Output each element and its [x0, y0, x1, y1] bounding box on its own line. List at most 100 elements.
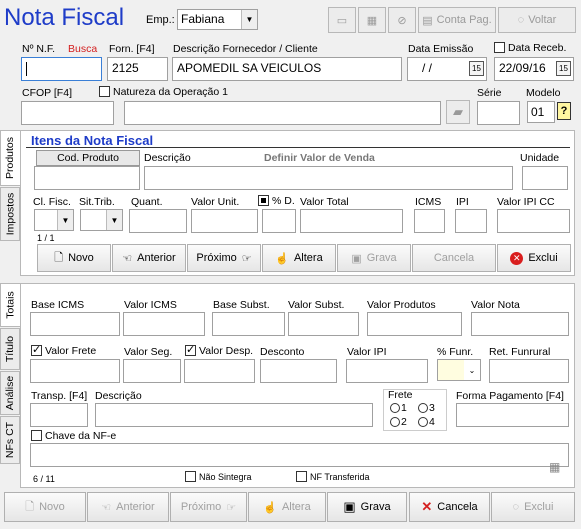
- ret-funrural-input[interactable]: [489, 359, 569, 383]
- valor-icms-input[interactable]: [123, 312, 205, 336]
- toolbar-chart-button[interactable]: ▦: [358, 7, 386, 33]
- data-receb-checkbox[interactable]: [494, 42, 505, 53]
- item-altera-button[interactable]: ☝ Altera: [262, 244, 336, 272]
- valor-seg-input[interactable]: [123, 359, 181, 383]
- item-proximo-button[interactable]: Próximo ☞: [187, 244, 261, 272]
- descricao-produto-input[interactable]: [144, 166, 513, 190]
- natureza-checkbox[interactable]: [99, 86, 110, 97]
- data-emissao-input[interactable]: / / 15: [407, 57, 487, 81]
- frete-radio-4[interactable]: [418, 417, 428, 427]
- chave-input[interactable]: [30, 443, 569, 467]
- emp-select[interactable]: Fabiana ▼: [177, 9, 258, 30]
- cfop-input[interactable]: [21, 101, 114, 125]
- cl-fisc-select[interactable]: ▼: [34, 209, 74, 231]
- hand-left-icon: ☜: [101, 501, 112, 514]
- folder-open-icon[interactable]: ▰: [446, 100, 470, 124]
- modelo-input[interactable]: 01: [527, 101, 555, 123]
- item-novo-button[interactable]: 🗋 Novo: [37, 244, 111, 272]
- emp-label: Emp.:: [146, 14, 175, 26]
- valor-frete-label: Valor Frete: [31, 343, 96, 357]
- base-subst-input[interactable]: [212, 312, 285, 336]
- valor-total-input[interactable]: [300, 209, 403, 233]
- valor-desp-checkbox[interactable]: [185, 343, 196, 356]
- forma-pagamento-input[interactable]: [456, 403, 569, 427]
- frete-option-2[interactable]: 2: [390, 416, 407, 428]
- grava-button[interactable]: ▣ Grava: [327, 492, 407, 522]
- ipi-input[interactable]: [455, 209, 487, 233]
- tab-nfs-ct-label: NFs CT: [4, 421, 17, 459]
- perc-d-checkbox[interactable]: [258, 195, 269, 206]
- item-exclui-button[interactable]: ✕ Exclui: [497, 244, 571, 272]
- nf-number-input[interactable]: [21, 57, 102, 81]
- busca-link[interactable]: Busca: [68, 43, 97, 55]
- altera-label: Altera: [281, 501, 311, 513]
- sit-trib-select[interactable]: ▼: [80, 209, 123, 231]
- calendar-icon[interactable]: 15: [469, 61, 484, 76]
- tab-titulo[interactable]: Título: [0, 328, 20, 370]
- transp-input[interactable]: [30, 403, 88, 427]
- tab-impostos[interactable]: Impostos: [0, 187, 20, 241]
- desc-fornecedor-input[interactable]: APOMEDIL SA VEICULOS: [172, 57, 402, 81]
- tab-analise[interactable]: Análise: [0, 371, 20, 415]
- tab-nfs-ct[interactable]: NFs CT: [0, 416, 20, 464]
- anterior-button[interactable]: ☜ Anterior: [87, 492, 169, 522]
- conta-pag-button[interactable]: ▤ Conta Pag.: [418, 7, 496, 33]
- cod-produto-input[interactable]: [34, 166, 140, 190]
- frete-radio-1[interactable]: [390, 403, 400, 413]
- ipi-label: IPI: [456, 196, 469, 208]
- voltar-button[interactable]: ◌ Voltar: [498, 7, 576, 33]
- frete-option-4[interactable]: 4: [418, 416, 435, 428]
- camera-icon[interactable]: ▦: [549, 460, 560, 474]
- toolbar-doc-button[interactable]: ▭: [328, 7, 356, 33]
- transp-descricao-input[interactable]: [95, 403, 373, 427]
- toolbar-cancel-button[interactable]: ⊘: [388, 7, 416, 33]
- proximo-button[interactable]: Próximo ☞: [170, 492, 247, 522]
- serie-input[interactable]: [477, 101, 520, 125]
- altera-button[interactable]: ☝ Altera: [248, 492, 326, 522]
- frete-radio-3[interactable]: [418, 403, 428, 413]
- base-icms-input[interactable]: [30, 312, 120, 336]
- frete-option-1[interactable]: 1: [390, 402, 407, 414]
- totais-counter: 6 / 11: [33, 474, 55, 484]
- valor-total-label: Valor Total: [300, 196, 349, 208]
- cancela-button[interactable]: ✕ Cancela: [409, 492, 490, 522]
- valor-frete-checkbox[interactable]: [31, 343, 42, 356]
- tab-produtos[interactable]: Produtos: [0, 130, 20, 186]
- unidade-input[interactable]: [522, 166, 568, 190]
- valor-subst-input[interactable]: [288, 312, 359, 336]
- valor-frete-input[interactable]: [30, 359, 120, 383]
- valor-desp-text: Valor Desp.: [199, 345, 254, 357]
- nao-sintegra-checkbox[interactable]: [185, 471, 196, 482]
- tab-totais[interactable]: Totais: [0, 283, 20, 327]
- frete-radio-2[interactable]: [390, 417, 400, 427]
- icms-input[interactable]: [414, 209, 445, 233]
- item-grava-button[interactable]: ▣ Grava: [337, 244, 411, 272]
- itens-counter: 1 / 1: [37, 233, 55, 243]
- frete-option-2-label: 2: [401, 416, 407, 428]
- novo-button[interactable]: 🗋 Novo: [4, 492, 86, 522]
- valor-desp-input[interactable]: [184, 359, 255, 383]
- hand-right-icon: ☞: [226, 501, 237, 514]
- valor-ipi-input[interactable]: [346, 359, 428, 383]
- perc-funr-select[interactable]: ⌄: [437, 359, 481, 381]
- forn-input[interactable]: 2125: [107, 57, 168, 81]
- quant-input[interactable]: [129, 209, 187, 233]
- cod-produto-button[interactable]: Cod. Produto: [36, 150, 140, 166]
- perc-d-input[interactable]: [262, 209, 296, 233]
- valor-nota-input[interactable]: [471, 312, 569, 336]
- chave-checkbox[interactable]: [31, 430, 42, 441]
- delete-circle-icon: ◌: [512, 501, 520, 513]
- data-receb-input[interactable]: 22/09/16 15: [494, 57, 574, 81]
- item-anterior-button[interactable]: ☜ Anterior: [112, 244, 186, 272]
- valor-produtos-input[interactable]: [367, 312, 462, 336]
- desconto-input[interactable]: [260, 359, 337, 383]
- frete-option-3[interactable]: 3: [418, 402, 435, 414]
- calendar-icon[interactable]: 15: [556, 61, 571, 76]
- exclui-button[interactable]: ◌ Exclui: [491, 492, 575, 522]
- item-cancela-button[interactable]: Cancela: [412, 244, 496, 272]
- natureza-input[interactable]: [124, 101, 441, 125]
- help-icon[interactable]: ?: [557, 102, 571, 120]
- nf-transferida-checkbox[interactable]: [296, 471, 307, 482]
- valor-ipi-cc-input[interactable]: [497, 209, 570, 233]
- valor-unit-input[interactable]: [191, 209, 258, 233]
